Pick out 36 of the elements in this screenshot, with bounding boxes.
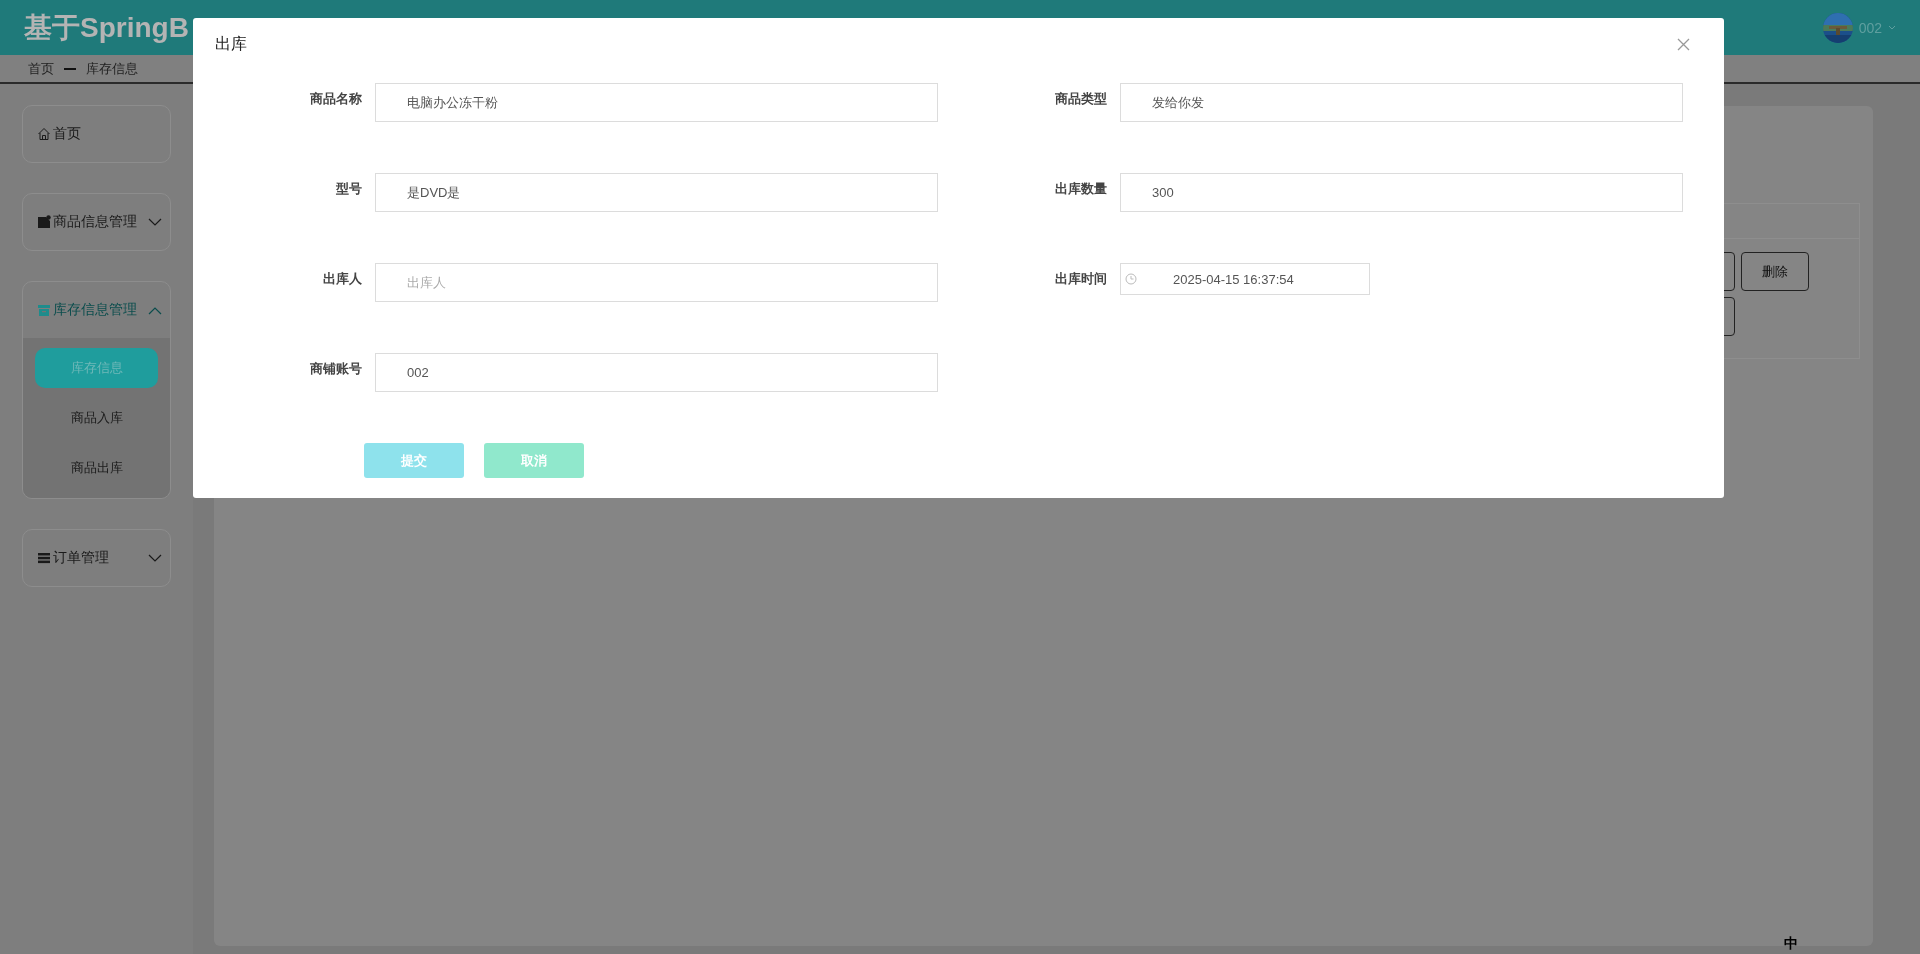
sidebar-item[interactable]: 首页: [23, 106, 170, 162]
field-label: 商品名称: [309, 90, 362, 108]
field-label: 商铺账号: [309, 360, 362, 378]
input-field[interactable]: 发给你发: [1120, 83, 1683, 122]
date-field[interactable]: 2025-04-15 16:37:54: [1120, 263, 1370, 295]
list-icon: [37, 551, 51, 565]
app-title: 基于SpringB: [24, 10, 189, 45]
field-label: 商品类型: [1054, 90, 1107, 108]
ime-indicator[interactable]: 中: [1784, 935, 1798, 953]
tag-icon: [37, 215, 51, 229]
input-field[interactable]: 300: [1120, 173, 1683, 212]
clock-icon: [1125, 273, 1137, 285]
delete-button[interactable]: 删除: [1741, 252, 1809, 291]
field-label: 出库时间: [1054, 270, 1107, 288]
sidebar-item[interactable]: 库存信息管理: [23, 282, 170, 338]
submenu-item[interactable]: 商品出库: [35, 448, 158, 488]
archive-icon: [37, 303, 51, 317]
input-field[interactable]: 002: [375, 353, 938, 392]
chevron-down-icon[interactable]: [148, 217, 162, 227]
breadcrumb-item[interactable]: 库存信息: [86, 59, 138, 78]
dialog-title: 出库: [215, 33, 247, 54]
chevron-up-icon[interactable]: [148, 305, 162, 315]
sidebar-item[interactable]: 商品信息管理: [23, 194, 170, 250]
home-icon: [37, 127, 51, 141]
close-icon[interactable]: [1677, 37, 1690, 51]
caret-icon[interactable]: [1888, 24, 1896, 31]
chevron-down-icon[interactable]: [148, 553, 162, 563]
field-label: 出库数量: [1054, 180, 1107, 198]
input-field[interactable]: 出库人: [375, 263, 938, 302]
field-label: 型号: [335, 180, 362, 198]
input-field[interactable]: 电脑办公冻干粉: [375, 83, 938, 122]
submenu-item[interactable]: 商品入库: [35, 398, 158, 438]
sidebar-item[interactable]: 订单管理: [23, 530, 170, 586]
input-field[interactable]: 是DVD是: [375, 173, 938, 212]
field-label: 出库人: [322, 270, 362, 288]
breadcrumb-item[interactable]: 首页: [28, 59, 54, 78]
